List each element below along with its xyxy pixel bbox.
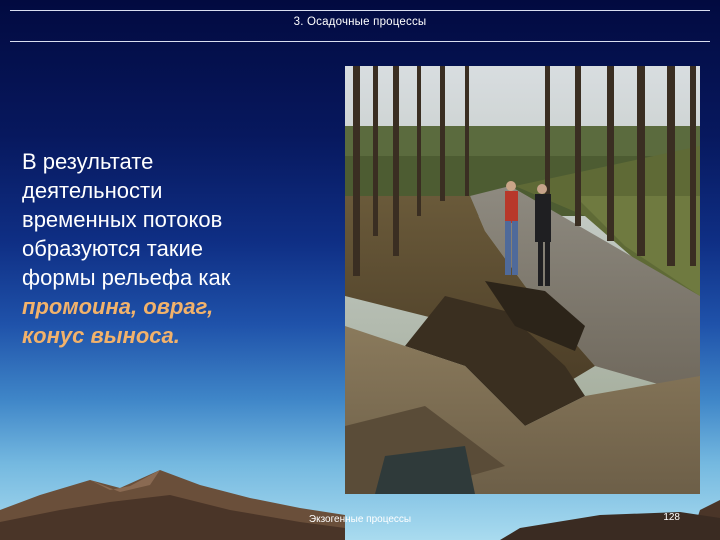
slide-header-title: 3. Осадочные процессы: [293, 16, 427, 28]
slide-body-text: В результате деятельности временных пото…: [22, 147, 327, 350]
body-line: В результате: [22, 149, 154, 174]
body-line: деятельности: [22, 178, 163, 203]
slide: 3. Осадочные процессы В результате деяте…: [0, 0, 720, 540]
body-line: временных потоков: [22, 207, 223, 232]
erosion-road-photo: [345, 66, 700, 494]
highlight-line: промоина, овраг,: [22, 294, 214, 319]
mountains-decoration: [0, 470, 720, 540]
header-bottom-rule: [10, 41, 710, 42]
highlight-line: конус выноса.: [22, 323, 180, 348]
body-line: образуются такие: [22, 236, 203, 261]
page-number: 128: [663, 512, 680, 523]
body-line: формы рельефа как: [22, 265, 231, 290]
footer-text: Экзогенные процессы: [308, 514, 412, 525]
header-top-rule: [10, 10, 710, 11]
